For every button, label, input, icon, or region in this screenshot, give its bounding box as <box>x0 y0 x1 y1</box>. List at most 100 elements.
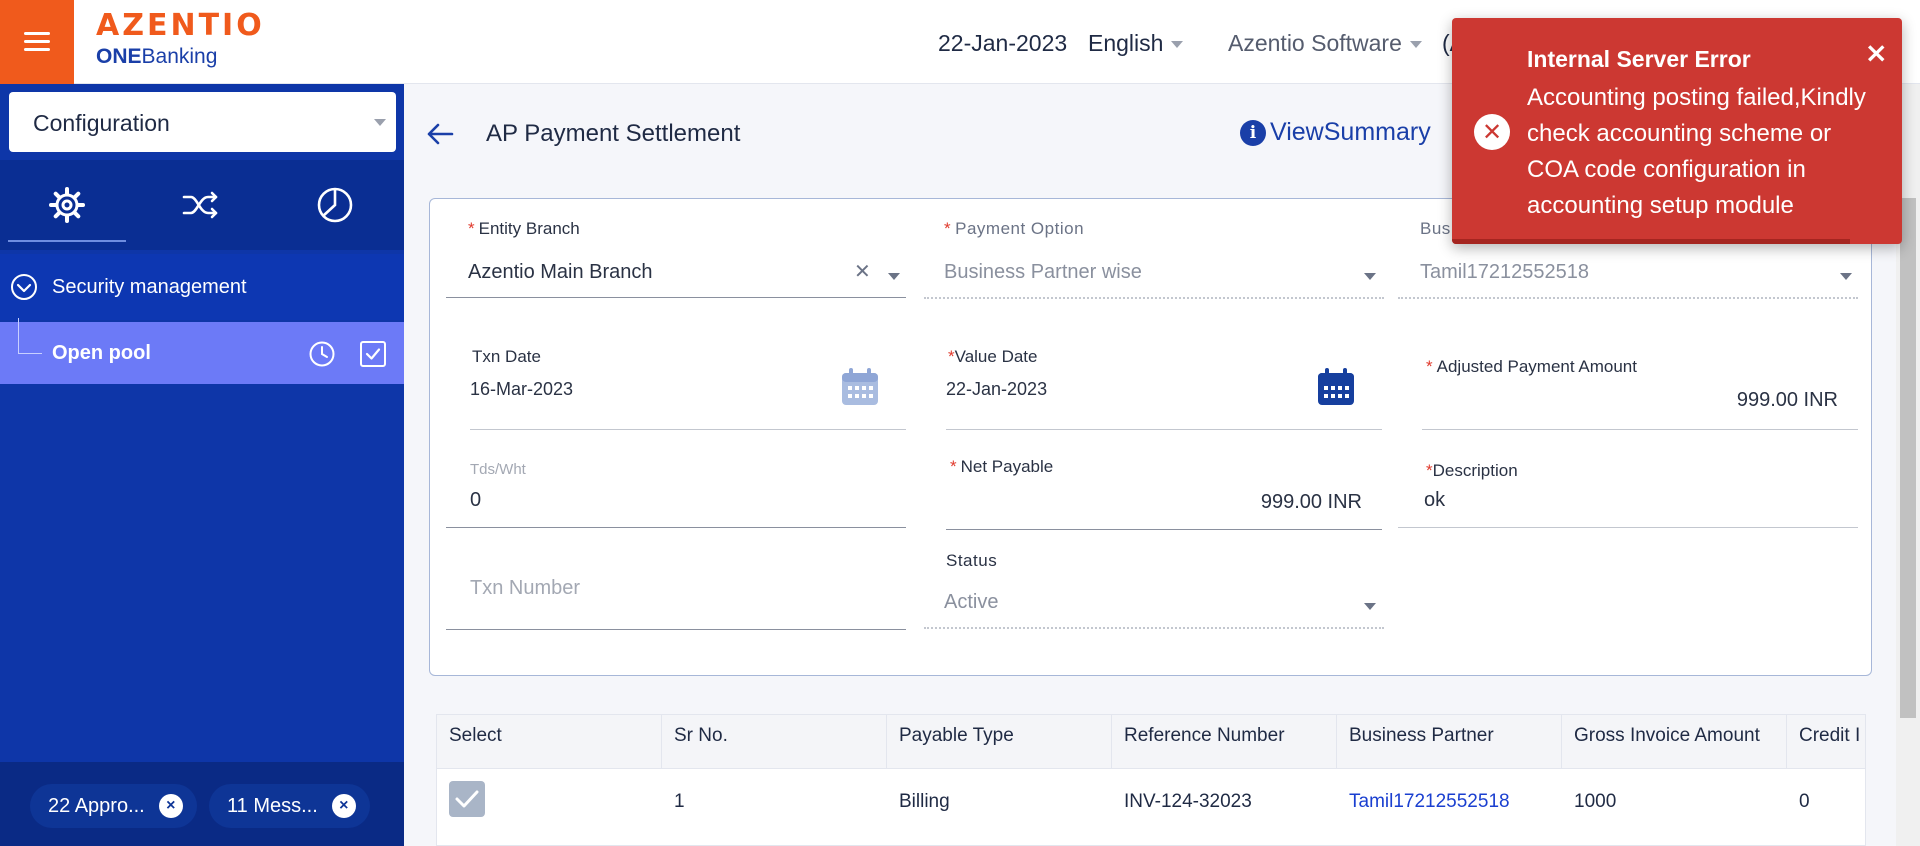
field-underline <box>446 629 906 630</box>
sidebar-item-label: Open pool <box>52 342 151 364</box>
approvals-pill[interactable]: 22 Appro... × <box>30 784 197 828</box>
sidebar: Configuration Security management Open p… <box>0 84 404 846</box>
cell-payable-type: Billing <box>899 791 950 812</box>
txn-date-label: Txn Date <box>472 347 541 366</box>
gear-icon <box>49 187 85 223</box>
field-underline <box>446 527 906 528</box>
hamburger-menu-button[interactable] <box>0 0 74 84</box>
calendar-icon[interactable] <box>840 367 880 407</box>
module-select[interactable]: Configuration <box>9 92 396 152</box>
cell-business-partner-link[interactable]: Tamil17212552518 <box>1337 769 1510 835</box>
back-arrow-icon[interactable] <box>426 122 454 146</box>
column-header[interactable]: Credit I <box>1787 715 1865 769</box>
hamburger-icon <box>24 32 50 52</box>
adjusted-payment-amount-input[interactable]: 999.00 INR <box>1426 389 1838 412</box>
toast-progress-bar <box>1452 239 1850 244</box>
tree-connector <box>18 318 42 354</box>
entity-branch-select[interactable]: Azentio Main Branch <box>468 261 888 284</box>
field-underline <box>924 297 1384 299</box>
txn-number-input[interactable]: Txn Number <box>470 577 580 600</box>
header-date: 22-Jan-2023 <box>938 30 1068 56</box>
business-partner-label: Bus <box>1420 219 1451 238</box>
column-header[interactable]: Select <box>437 715 662 769</box>
value-date-input[interactable]: 22-Jan-2023 <box>946 379 1047 400</box>
tab-settings[interactable] <box>0 160 134 250</box>
tab-shuffle[interactable] <box>134 160 268 250</box>
view-summary-link[interactable]: i ViewSummary <box>1240 118 1431 147</box>
clear-icon[interactable]: ✕ <box>854 259 871 284</box>
description-input[interactable]: ok <box>1424 489 1445 512</box>
txn-date-input[interactable]: 16-Mar-2023 <box>470 379 573 400</box>
page-title: AP Payment Settlement <box>486 120 741 147</box>
scrollbar-thumb[interactable] <box>1900 198 1916 718</box>
sidebar-item-open-pool[interactable]: Open pool <box>0 318 404 384</box>
pie-chart-icon <box>317 187 353 223</box>
sidebar-group-security-management[interactable]: Security management <box>0 254 404 320</box>
toast-title: Internal Server Error <box>1527 46 1751 72</box>
status-label: Status <box>946 551 998 570</box>
payables-table: Select Sr No. Payable Type Reference Num… <box>436 714 1866 846</box>
cell-gross-invoice-amount: 1000 <box>1574 791 1617 812</box>
row-checkbox[interactable] <box>449 781 485 817</box>
chevron-down-icon[interactable] <box>888 273 900 280</box>
net-payable-label: * Net Payable <box>950 457 1054 476</box>
close-icon[interactable]: × <box>331 794 356 818</box>
net-payable-input[interactable]: 999.00 INR <box>950 491 1362 514</box>
business-partner-select[interactable]: Tamil17212552518 <box>1420 261 1840 284</box>
chevron-down-icon <box>1364 603 1376 610</box>
cell-reference-number: INV-124-32023 <box>1124 791 1252 812</box>
logo-wordmark: AZENTIO <box>96 8 265 43</box>
field-underline <box>446 297 906 298</box>
tds-wht-label: Tds/Wht <box>470 461 526 478</box>
language-dropdown[interactable]: English <box>1088 30 1184 57</box>
payment-option-select[interactable]: Business Partner wise <box>944 261 1364 284</box>
logo-product: ONEBanking <box>96 45 218 68</box>
sidebar-footer: 22 Appro... × 11 Mess... × <box>0 762 404 846</box>
column-header[interactable]: Sr No. <box>662 715 887 769</box>
calendar-icon[interactable] <box>1316 367 1356 407</box>
info-icon: i <box>1240 119 1266 146</box>
payment-option-label: * Payment Option <box>944 219 1085 238</box>
field-underline <box>924 627 1384 629</box>
description-label: *Description <box>1426 461 1518 480</box>
field-underline <box>946 429 1382 430</box>
company-dropdown[interactable]: Azentio Software <box>1228 30 1422 57</box>
table-header: Select Sr No. Payable Type Reference Num… <box>437 715 1865 769</box>
sidebar-icon-tabs <box>0 160 404 250</box>
status-select[interactable]: Active <box>944 591 998 614</box>
checkbox-checked-icon[interactable] <box>359 340 387 368</box>
field-underline <box>1398 297 1858 299</box>
column-header[interactable]: Business Partner <box>1337 715 1562 769</box>
field-underline <box>1398 527 1858 528</box>
column-header[interactable]: Payable Type <box>887 715 1112 769</box>
tab-dashboard[interactable] <box>268 160 402 250</box>
chevron-down-icon <box>1409 41 1422 49</box>
error-circle-icon: ✕ <box>1474 114 1510 150</box>
company-logo: AZENTIO ONEBanking <box>96 8 265 69</box>
shuffle-icon <box>182 191 218 219</box>
error-toast: ✕ Internal Server Error Accounting posti… <box>1452 18 1902 244</box>
chevron-down-icon <box>1840 273 1852 280</box>
chevron-down-icon <box>374 119 386 126</box>
chevron-down-icon <box>1171 41 1184 49</box>
column-header[interactable]: Reference Number <box>1112 715 1337 769</box>
value-date-label: *Value Date <box>948 347 1038 366</box>
clock-icon[interactable] <box>308 340 336 368</box>
cell-sr-no: 1 <box>674 791 685 812</box>
field-underline <box>1422 429 1858 430</box>
messages-pill[interactable]: 11 Mess... × <box>209 784 370 828</box>
close-icon[interactable]: × <box>1865 36 1888 69</box>
cell-credit: 0 <box>1799 791 1810 812</box>
field-underline <box>470 429 906 430</box>
payment-settlement-form: * Entity Branch Azentio Main Branch ✕ * Pa… <box>429 198 1872 676</box>
sidebar-group-label: Security management <box>52 275 247 298</box>
tds-wht-input[interactable]: 0 <box>470 489 481 512</box>
close-icon[interactable]: × <box>158 794 183 818</box>
toast-message: Accounting posting failed,Kindly check a… <box>1527 84 1866 219</box>
chevron-down-icon <box>1364 273 1376 280</box>
adjusted-payment-amount-label: * Adjusted Payment Amount <box>1426 357 1637 376</box>
field-underline <box>946 529 1382 530</box>
entity-branch-label: * Entity Branch <box>468 219 580 238</box>
column-header[interactable]: Gross Invoice Amount <box>1562 715 1787 769</box>
chevron-circle-down-icon <box>11 274 37 300</box>
